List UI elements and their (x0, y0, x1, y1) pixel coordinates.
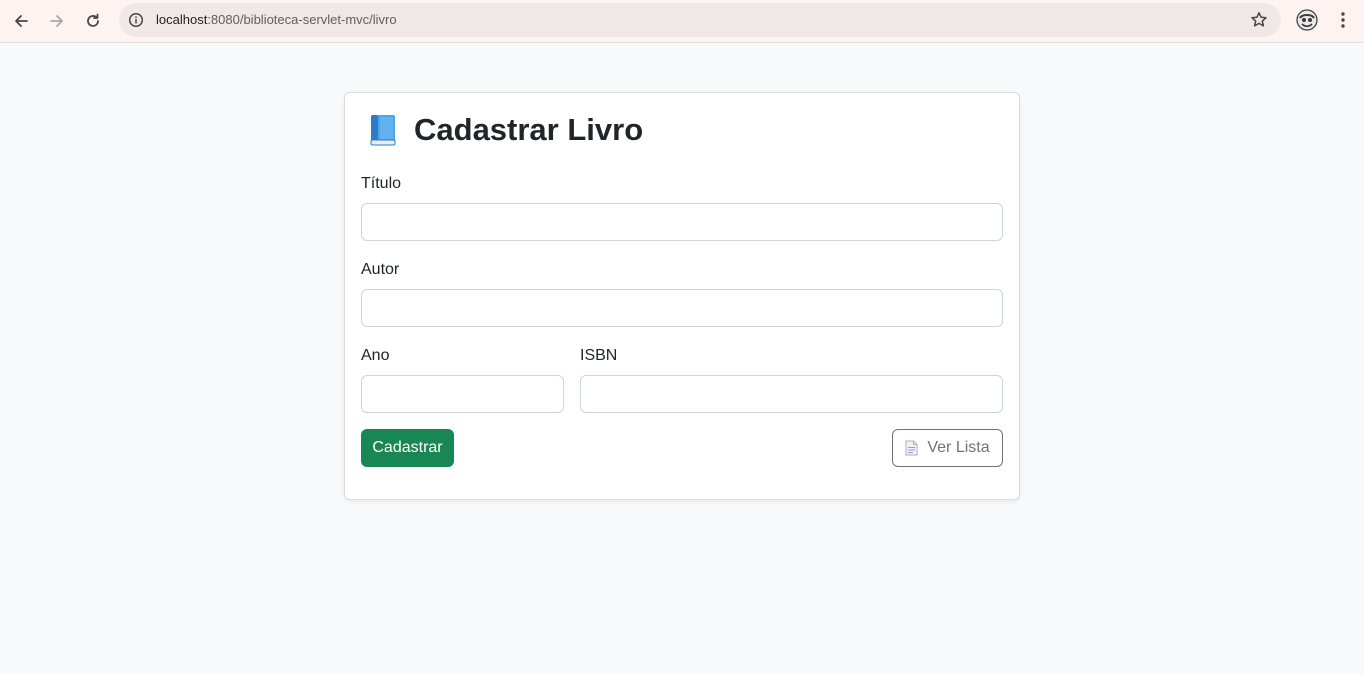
isbn-label: ISBN (580, 347, 618, 364)
url-host: localhost (156, 12, 208, 27)
browser-menu-button[interactable] (1333, 8, 1353, 32)
bookmark-button[interactable] (1249, 10, 1269, 30)
site-info-button[interactable] (124, 8, 148, 32)
ano-label: Ano (361, 347, 390, 364)
forward-button[interactable] (44, 8, 70, 34)
book-icon (370, 115, 396, 146)
browser-toolbar: localhost:8080/biblioteca-servlet-mvc/li… (0, 0, 1364, 43)
url-path: :8080/biblioteca-servlet-mvc/livro (207, 12, 397, 27)
more-icon (1341, 12, 1345, 28)
form-header: Cadastrar Livro (367, 109, 643, 151)
url-text[interactable]: localhost:8080/biblioteca-servlet-mvc/li… (156, 12, 397, 27)
book-form-card: Cadastrar Livro Título Autor Ano ISBN Ca… (344, 92, 1020, 500)
document-icon (905, 440, 918, 456)
isbn-input[interactable] (580, 375, 1003, 413)
reload-icon (87, 13, 99, 27)
info-icon (128, 12, 144, 28)
ver-lista-button[interactable]: Ver Lista (892, 429, 1003, 467)
profile-button[interactable] (1295, 8, 1319, 32)
forward-icon (50, 15, 63, 27)
page-title: Cadastrar Livro (414, 112, 644, 147)
back-button[interactable] (8, 8, 34, 34)
star-icon (1251, 12, 1267, 27)
address-bar[interactable]: localhost:8080/biblioteca-servlet-mvc/li… (119, 3, 1281, 37)
ano-input[interactable] (361, 375, 564, 413)
cadastrar-button[interactable]: Cadastrar (361, 429, 454, 467)
reload-button[interactable] (80, 8, 106, 34)
back-icon (15, 15, 28, 27)
titulo-label: Título (361, 175, 402, 192)
profile-icon (1296, 9, 1318, 31)
autor-input[interactable] (361, 289, 1003, 327)
autor-label: Autor (361, 261, 400, 278)
ver-lista-label: Ver Lista (927, 439, 990, 456)
titulo-input[interactable] (361, 203, 1003, 241)
